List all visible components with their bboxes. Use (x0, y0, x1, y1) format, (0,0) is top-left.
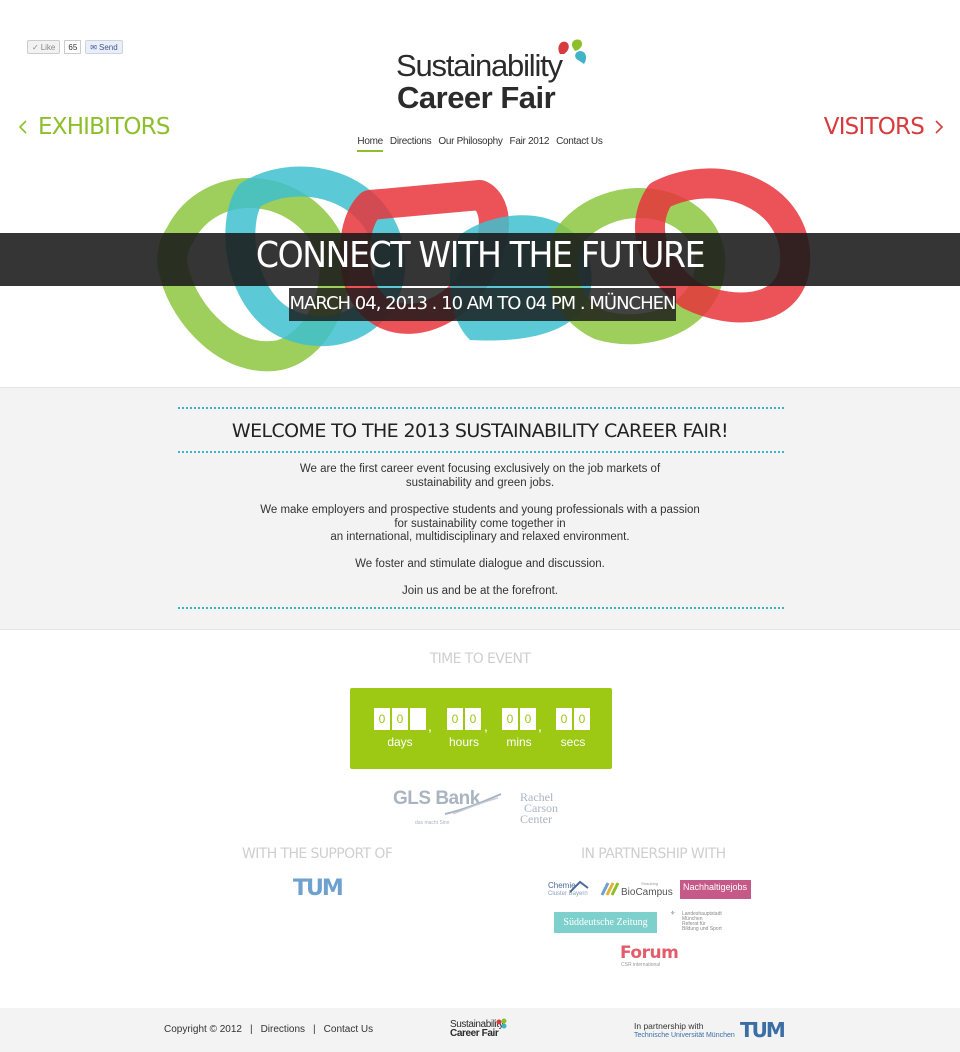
logo-line-2: Career Fair (397, 80, 556, 115)
footer-tum-logo[interactable]: TUM (740, 1018, 786, 1042)
welcome-line: We make employers and prospective studen… (260, 504, 700, 516)
welcome-line: an international, multidisciplinary and … (330, 531, 630, 543)
logo-line-1: Sustainability (396, 48, 563, 83)
countdown-mins: 0 0 mins (500, 708, 538, 749)
support-title: WITH THE SUPPORT OF (242, 846, 393, 862)
carson-line: Center (520, 812, 552, 826)
sueddeutsche-zeitung-logo[interactable]: Süddeutsche Zeitung (554, 912, 657, 933)
chemie-swoosh-icon (570, 880, 589, 893)
footer-partner-line: In partnership with (634, 1021, 704, 1031)
nav-contact-us[interactable]: Contact Us (556, 136, 603, 152)
crest-icon: ⚜ (670, 911, 676, 917)
nachhaltigejobs-logo[interactable]: Nachhaltigejobs (680, 880, 751, 899)
separator: , (428, 718, 432, 734)
welcome-paragraph-1: We are the first career event focusing e… (0, 463, 960, 490)
like-count: 65 (64, 40, 82, 54)
footer-directions-link[interactable]: Directions (261, 1024, 305, 1035)
footer-separator: | (313, 1024, 316, 1035)
muenchen-lhm-logo[interactable]: ⚜ Landeshauptstadt München Referat für B… (670, 911, 722, 932)
digit: 0 (465, 708, 481, 730)
social-buttons: ✓ Like 65 ✉ Send (27, 40, 123, 54)
separator: , (538, 718, 542, 734)
countdown-timer: 0 0 days , 0 0 hours , 0 0 mins , 0 0 se… (350, 688, 612, 769)
site-logo[interactable]: Sustainability Career Fair (396, 38, 606, 115)
footer: Copyright © 2012 | Directions | Contact … (0, 1008, 960, 1052)
divider-top (178, 407, 784, 409)
digit: 0 (520, 708, 536, 730)
biocampus-logo[interactable]: BioCampus (621, 887, 673, 898)
welcome-line: We are the first career event focusing e… (299, 463, 661, 475)
footer-partner-line: Technische Universität München (634, 1032, 735, 1039)
facebook-like-button[interactable]: ✓ Like (27, 40, 61, 54)
logo-petals-icon (558, 39, 587, 64)
time-to-event-title: TIME TO EVENT (429, 651, 531, 667)
secs-label: secs (560, 735, 586, 749)
footer-logo-petals-icon (496, 1018, 507, 1029)
partnership-title: IN PARTNERSHIP WITH (581, 846, 726, 862)
gls-tagline: das macht Sinn (415, 820, 450, 826)
separator: , (484, 718, 488, 734)
send-label: Send (99, 42, 118, 52)
nav-fair-2012[interactable]: Fair 2012 (510, 136, 550, 152)
digit: 0 (574, 708, 590, 730)
countdown-secs: 0 0 secs (554, 708, 592, 749)
welcome-paragraph-3: We foster and stimulate dialogue and dis… (355, 558, 605, 570)
footer-logo-line: Career Fair (450, 1028, 499, 1039)
thumbs-up-icon: ✓ (32, 42, 39, 52)
nav-home[interactable]: Home (357, 136, 383, 152)
hero-title: CONNECT WITH THE FUTURE (255, 235, 706, 276)
divider-bottom (178, 607, 784, 609)
rachel-carson-center-logo[interactable]: Rachel Carson Center (520, 791, 558, 826)
countdown-hours: 0 0 hours (445, 708, 483, 749)
copyright: Copyright © 2012 (164, 1024, 242, 1035)
digit: 0 (374, 708, 390, 730)
welcome-paragraph-4: Join us and be at the forefront. (402, 585, 558, 597)
hero-section: CONNECT WITH THE FUTURE MARCH 04, 2013 .… (0, 165, 960, 387)
days-label: days (387, 735, 413, 749)
footer-separator: | (249, 1024, 253, 1035)
digit: 0 (556, 708, 572, 730)
gls-bank-logo[interactable]: GLS Bank das macht Sinn (393, 788, 502, 826)
lhm-line: Bildung und Sport (682, 926, 722, 932)
digit: 0 (502, 708, 518, 730)
gls-swoosh-icon (444, 793, 502, 815)
divider-heading (178, 451, 784, 453)
chevron-left-icon (18, 120, 27, 134)
footer-partnership: In partnership with Technische Universit… (634, 1021, 735, 1041)
send-icon: ✉ (90, 42, 97, 52)
chevron-right-icon (935, 120, 944, 134)
nav-directions[interactable]: Directions (390, 136, 432, 152)
nav-our-philosophy[interactable]: Our Philosophy (438, 136, 502, 152)
welcome-line: sustainability and green jobs. (405, 476, 555, 489)
forum-csr-sub: CSR international (621, 962, 661, 968)
main-nav: Home Directions Our Philosophy Fair 2012… (0, 136, 960, 152)
forum-csr-logo[interactable]: Forum (620, 943, 679, 963)
like-label: Like (40, 42, 56, 52)
welcome-line: for sustainability come together in (394, 517, 566, 530)
hours-label: hours (448, 735, 480, 749)
countdown-days: 0 0 days (370, 708, 430, 749)
footer-contact-link[interactable]: Contact Us (324, 1024, 373, 1035)
welcome-section: WELCOME TO THE 2013 SUSTAINABILITY CAREE… (0, 387, 960, 630)
digit (410, 708, 426, 730)
digit: 0 (447, 708, 463, 730)
footer-links: Copyright © 2012 | Directions | Contact … (164, 1024, 373, 1035)
digit: 0 (392, 708, 408, 730)
tum-logo[interactable]: TUM (293, 876, 344, 901)
welcome-heading: WELCOME TO THE 2013 SUSTAINABILITY CAREE… (231, 420, 729, 442)
biocampus-icon (600, 882, 620, 896)
mins-label: mins (506, 735, 532, 749)
welcome-paragraph-2: We make employers and prospective studen… (0, 504, 960, 545)
facebook-send-button[interactable]: ✉ Send (85, 40, 123, 54)
hero-subtitle: MARCH 04, 2013 . 10 AM TO 04 PM . MÜNCHE… (289, 293, 677, 314)
biocampus-small: Straubing (641, 881, 659, 886)
